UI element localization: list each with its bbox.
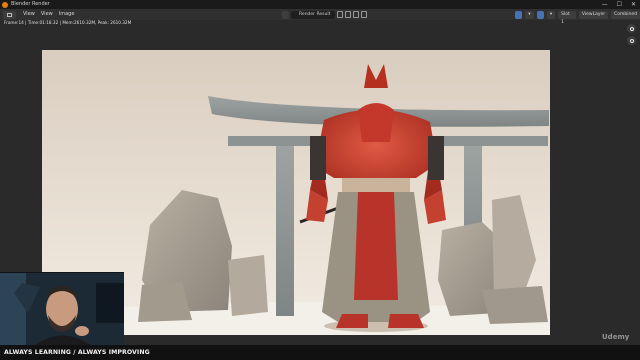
blender-logo-icon <box>2 1 8 8</box>
display-channels-dropdown[interactable]: ▾ <box>525 10 534 19</box>
image-name-field[interactable]: Render Result <box>291 10 335 19</box>
minimize-button[interactable]: — <box>602 0 608 9</box>
footer-slogan: ALWAYS LEARNING / ALWAYS IMPROVING <box>4 349 150 356</box>
header-right-tools: ▾ ▾ Slot 1 ViewLayer Combined <box>515 10 640 25</box>
maximize-button[interactable]: ☐ <box>617 0 622 9</box>
instructor-webcam <box>0 272 124 345</box>
title-bar: Blender Render — ☐ ✕ <box>0 0 640 9</box>
image-editor-header: View View Image Render Result ▾ ▾ Slot 1… <box>0 9 640 25</box>
udemy-watermark: Udemy <box>602 333 630 341</box>
slot-dropdown[interactable]: Slot 1 <box>558 10 576 25</box>
editor-type-button[interactable] <box>3 10 16 19</box>
render-pass-dropdown[interactable]: Combined <box>611 10 640 19</box>
open-image-icon[interactable] <box>353 11 359 18</box>
webcam-feed <box>0 273 124 345</box>
new-image-icon[interactable] <box>345 11 351 18</box>
image-browse-button[interactable] <box>282 10 289 19</box>
unlink-image-icon[interactable] <box>361 11 367 18</box>
course-footer: ALWAYS LEARNING / ALWAYS IMPROVING <box>0 345 640 360</box>
hand-pan-icon[interactable] <box>627 36 636 45</box>
render-stats: Frame:14 | Time:01:18.32 | Mem:2610.32M,… <box>4 20 132 25</box>
overlay-icon[interactable] <box>536 10 544 19</box>
image-selector: Render Result <box>282 10 367 19</box>
sample-tool-icon[interactable] <box>515 10 523 19</box>
fake-user-icon[interactable] <box>337 11 343 18</box>
close-button[interactable]: ✕ <box>631 0 636 9</box>
window-controls: — ☐ ✕ <box>602 0 636 9</box>
overlay-dropdown[interactable]: ▾ <box>546 10 556 19</box>
header-menu: View View Image <box>23 9 74 20</box>
window-title: Blender Render <box>11 1 50 7</box>
view-layer-dropdown[interactable]: ViewLayer <box>578 10 609 19</box>
menu-view[interactable]: View <box>41 9 53 20</box>
zoom-icon[interactable] <box>627 24 636 33</box>
menu-view-mode[interactable]: View <box>23 9 35 20</box>
image-editor-icon <box>7 12 12 17</box>
menu-image[interactable]: Image <box>59 9 75 20</box>
blender-render-window: Blender Render — ☐ ✕ View View Image Ren… <box>0 0 640 360</box>
